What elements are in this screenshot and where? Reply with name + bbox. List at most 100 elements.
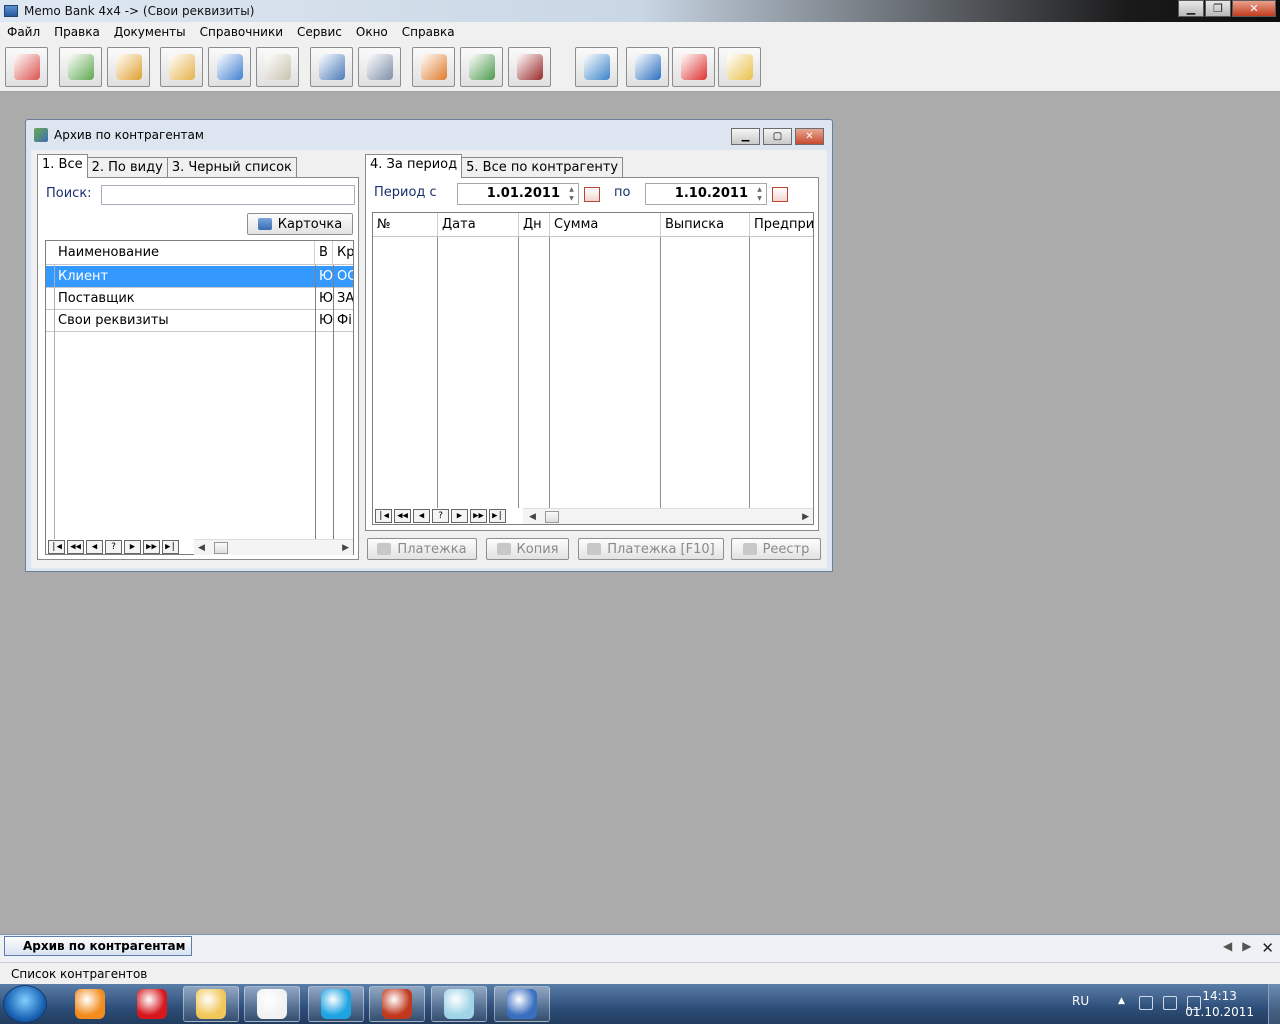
table-row[interactable]: Поставщик Ю ЗА: [46, 288, 353, 310]
table-row[interactable]: Клиент Ю ОС: [46, 266, 353, 288]
network-icon[interactable]: [1163, 996, 1177, 1010]
search-label: Поиск:: [46, 186, 92, 201]
toolbar-button-help[interactable]: [672, 47, 715, 87]
right-grid-hscroll[interactable]: ◀ ▶: [523, 508, 813, 524]
toolbar-button-folders[interactable]: [160, 47, 203, 87]
nav-last-button[interactable]: ▶|: [162, 540, 179, 554]
nav-next-page-button[interactable]: ▶▶: [470, 509, 487, 523]
taskbar-game[interactable]: [369, 986, 425, 1022]
spin-icon[interactable]: ▲ ▼: [566, 185, 577, 203]
tab-all[interactable]: 1. Все: [37, 154, 88, 178]
table-row[interactable]: Свои реквизиты Ю Фі: [46, 310, 353, 332]
doc-tab-archive[interactable]: Архив по контрагентам: [4, 936, 193, 956]
tab-right-icon[interactable]: ▶: [1242, 939, 1251, 957]
calendar-icon[interactable]: [584, 187, 600, 202]
period-to-input[interactable]: 1.10.2011 ▲ ▼: [645, 183, 767, 205]
scroll-right-icon[interactable]: ▶: [802, 509, 809, 525]
card-button[interactable]: Карточка: [247, 213, 353, 235]
payment-f10-button[interactable]: Платежка [F10]: [578, 538, 724, 560]
taskbar-panda[interactable]: [244, 986, 300, 1022]
col-days[interactable]: Дн: [519, 213, 550, 236]
child-maximize-button[interactable]: ▢: [763, 128, 792, 145]
col-number[interactable]: №: [373, 213, 438, 236]
scroll-thumb[interactable]: [545, 511, 559, 523]
nav-first-button[interactable]: |◀: [375, 509, 392, 523]
col-enterprise[interactable]: Предпри: [750, 213, 813, 236]
tab-left-icon[interactable]: ◀: [1223, 939, 1232, 957]
show-desktop-button[interactable]: [1268, 984, 1280, 1024]
copy-button[interactable]: Копия: [486, 538, 569, 560]
taskbar-skype[interactable]: [308, 986, 364, 1022]
nav-prev-page-button[interactable]: ◀◀: [67, 540, 84, 554]
search-input[interactable]: [101, 185, 355, 205]
menu-file[interactable]: Файл: [0, 25, 47, 39]
maximize-button[interactable]: ❐: [1205, 0, 1231, 17]
child-minimize-button[interactable]: ▁: [731, 128, 760, 145]
toolbar-button-mail[interactable]: [718, 47, 761, 87]
nav-prev-page-button[interactable]: ◀◀: [394, 509, 411, 523]
tab-blacklist[interactable]: 3. Черный список: [166, 157, 297, 178]
start-button[interactable]: [3, 985, 47, 1023]
clock[interactable]: 14:13 01.10.2011: [1185, 988, 1254, 1020]
registry-button[interactable]: Реестр: [731, 538, 821, 560]
scroll-thumb[interactable]: [214, 542, 228, 554]
nav-next-button[interactable]: ▶: [124, 540, 141, 554]
nav-next-button[interactable]: ▶: [451, 509, 468, 523]
left-grid-hscroll[interactable]: ◀ ▶: [194, 539, 353, 555]
action-center-flag-icon[interactable]: [1139, 996, 1153, 1010]
period-from-input[interactable]: 1.01.2011 ▲ ▼: [457, 183, 579, 205]
col-statement[interactable]: Выписка: [661, 213, 750, 236]
toolbar-button-contact[interactable]: [59, 47, 102, 87]
toolbar-button-accounting[interactable]: [460, 47, 503, 87]
menu-service[interactable]: Сервис: [290, 25, 349, 39]
toolbar-button-internet[interactable]: [626, 47, 669, 87]
tab-by-type[interactable]: 2. По виду: [86, 157, 168, 178]
nav-first-button[interactable]: |◀: [48, 540, 65, 554]
nav-last-button[interactable]: ▶|: [489, 509, 506, 523]
col-sum[interactable]: Сумма: [550, 213, 661, 236]
toolbar-button-edit[interactable]: [5, 47, 48, 87]
nav-search-button[interactable]: ?: [432, 509, 449, 523]
tab-close-icon[interactable]: ✕: [1261, 939, 1274, 957]
nav-prev-button[interactable]: ◀: [413, 509, 430, 523]
menu-documents[interactable]: Документы: [107, 25, 193, 39]
nav-search-button[interactable]: ?: [105, 540, 122, 554]
scroll-left-icon[interactable]: ◀: [529, 509, 536, 525]
language-indicator[interactable]: RU: [1072, 994, 1089, 1008]
tab-all-by-counterparty[interactable]: 5. Все по контрагенту: [461, 157, 624, 178]
toolbar-button-users[interactable]: [107, 47, 150, 87]
child-close-button[interactable]: ✕: [795, 128, 824, 145]
col-short[interactable]: Кр: [333, 241, 353, 264]
toolbar-button-open[interactable]: [358, 47, 401, 87]
toolbar-button-chart[interactable]: [208, 47, 251, 87]
col-date[interactable]: Дата: [438, 213, 519, 236]
toolbar-button-documents[interactable]: [256, 47, 299, 87]
taskbar-explorer[interactable]: [183, 986, 239, 1022]
toolbar-button-save[interactable]: [310, 47, 353, 87]
taskbar-memobank[interactable]: [494, 986, 550, 1022]
taskbar-notepad[interactable]: [431, 986, 487, 1022]
payment-button[interactable]: Платежка: [367, 538, 477, 560]
menu-edit[interactable]: Правка: [47, 25, 107, 39]
nav-prev-button[interactable]: ◀: [86, 540, 103, 554]
menu-window[interactable]: Окно: [349, 25, 395, 39]
minimize-button[interactable]: ▁: [1178, 0, 1204, 17]
calendar-icon[interactable]: [772, 187, 788, 202]
toolbar-button-wallet[interactable]: [508, 47, 551, 87]
scroll-left-icon[interactable]: ◀: [198, 540, 205, 556]
accounting-icon: [468, 54, 495, 80]
nav-next-page-button[interactable]: ▶▶: [143, 540, 160, 554]
scroll-right-icon[interactable]: ▶: [342, 540, 349, 556]
menu-help[interactable]: Справка: [395, 25, 462, 39]
tab-period[interactable]: 4. За период: [365, 154, 463, 178]
toolbar-button-network[interactable]: [575, 47, 618, 87]
taskbar-avast[interactable]: [62, 986, 118, 1022]
close-button[interactable]: ✕: [1232, 0, 1276, 17]
spin-icon[interactable]: ▲ ▼: [754, 185, 765, 203]
col-type[interactable]: В: [315, 241, 333, 264]
tray-expand-icon[interactable]: ▲: [1118, 996, 1132, 1010]
toolbar-button-tools[interactable]: [412, 47, 455, 87]
menu-references[interactable]: Справочники: [193, 25, 290, 39]
taskbar-opera[interactable]: [124, 986, 180, 1022]
col-name[interactable]: Наименование: [46, 241, 315, 264]
